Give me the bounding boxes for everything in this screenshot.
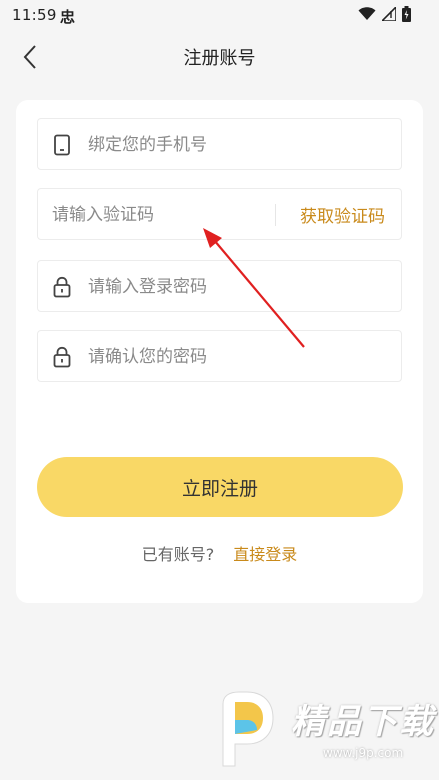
password-field — [37, 260, 402, 313]
status-icons — [358, 6, 411, 22]
brand-logo-icon — [222, 691, 274, 767]
page-title: 注册账号 — [183, 48, 256, 69]
login-prompt: 已有账号? — [141, 545, 215, 564]
wifi-icon — [358, 7, 376, 20]
login-link[interactable]: 直接登录 — [233, 545, 297, 564]
get-code-button[interactable]: 获取验证码 — [300, 202, 385, 227]
confirm-password-input[interactable] — [86, 331, 390, 383]
register-card: 获取验证码 立即注册 已有账号? 直接登录 — [16, 100, 423, 603]
phone-field — [37, 118, 402, 171]
watermark-text: 精品下载 — [291, 702, 435, 742]
nav-bar: 注册账号 — [0, 30, 439, 82]
confirm-password-field — [37, 330, 402, 383]
login-row: 已有账号? 直接登录 — [16, 541, 423, 565]
password-input[interactable] — [86, 261, 390, 313]
register-button[interactable]: 立即注册 — [37, 457, 403, 517]
lock-icon — [53, 346, 71, 368]
code-input[interactable] — [50, 189, 274, 241]
lock-icon — [53, 276, 71, 298]
phone-icon — [54, 134, 70, 156]
status-bar: 11:59 忠 — [0, 0, 439, 30]
signal-icon — [382, 7, 396, 21]
status-time: 11:59 — [12, 6, 57, 24]
code-field: 获取验证码 — [37, 188, 402, 241]
watermark-url: www.j9p.com — [323, 746, 404, 760]
app-notification-icon: 忠 — [60, 8, 76, 26]
watermark: 精品下载 www.j9p.com — [205, 690, 435, 780]
battery-icon — [402, 6, 411, 22]
divider — [275, 204, 276, 226]
phone-input[interactable] — [86, 119, 390, 171]
